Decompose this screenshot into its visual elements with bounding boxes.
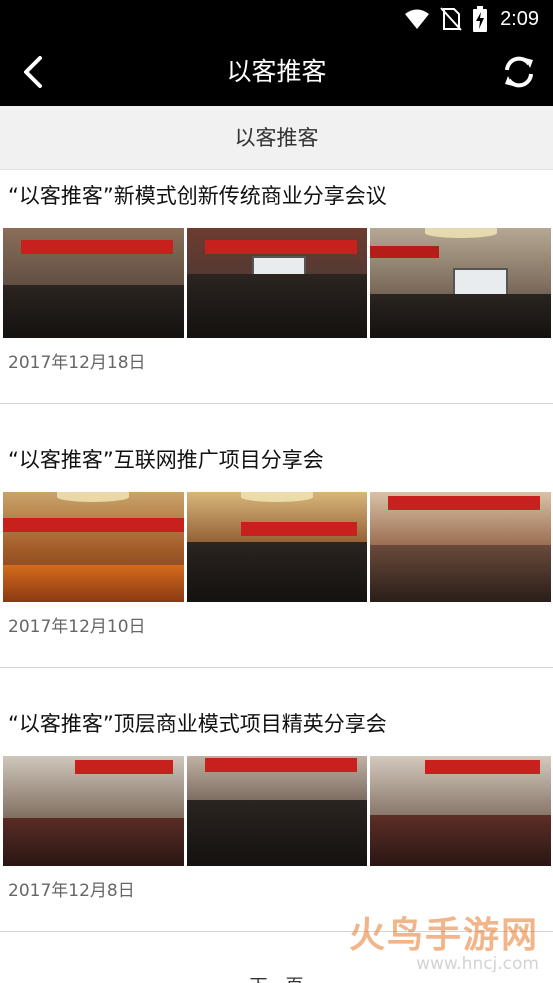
page-title: 以客推客 — [226, 57, 327, 86]
wifi-icon — [405, 9, 430, 29]
article-photos[interactable] — [3, 492, 552, 602]
article-photo[interactable] — [3, 492, 184, 602]
article-photos[interactable] — [3, 756, 552, 866]
photo-banner — [370, 246, 439, 258]
article-photo[interactable] — [186, 756, 368, 866]
article-photo[interactable] — [186, 492, 368, 602]
article-title[interactable]: “以客推客”顶层商业模式项目精英分享会 — [8, 708, 387, 738]
photo-banner — [3, 518, 184, 532]
photo-light — [57, 492, 130, 502]
status-time: 2:09 — [500, 7, 539, 30]
article-title[interactable]: “以客推客”互联网推广项目分享会 — [8, 444, 324, 474]
photo-crowd — [186, 274, 368, 338]
photo-crowd — [3, 817, 184, 866]
photo-crowd — [370, 544, 552, 602]
article-title[interactable]: “以客推客”新模式创新传统商业分享会议 — [8, 180, 387, 210]
photo-crowd — [370, 815, 552, 866]
photo-banner — [21, 240, 173, 254]
article-photo[interactable] — [3, 228, 184, 338]
photo-crowd — [3, 564, 184, 602]
article-photo[interactable] — [370, 756, 552, 866]
photo-light — [424, 228, 497, 238]
photo-banner — [75, 760, 173, 774]
status-bar: 2:09 — [0, 0, 553, 38]
article-photo[interactable] — [3, 756, 184, 866]
photo-banner — [204, 758, 357, 772]
article-date: 2017年12月10日 — [8, 617, 146, 637]
app-header: 以客推客 — [0, 38, 553, 106]
refresh-button[interactable] — [499, 52, 539, 92]
photo-crowd — [3, 285, 184, 338]
article-photos[interactable] — [3, 228, 552, 338]
photo-banner — [204, 240, 357, 254]
photo-crowd — [186, 800, 368, 866]
article-date: 2017年12月8日 — [8, 881, 135, 901]
article-date: 2017年12月18日 — [8, 353, 146, 373]
photo-banner — [388, 496, 541, 510]
article-photo[interactable] — [370, 228, 552, 338]
section-label: 以客推客 — [0, 106, 553, 170]
watermark: 火鸟手游网 www.hncj.com — [349, 906, 539, 974]
photo-light — [240, 492, 314, 502]
watermark-url: www.hncj.com — [416, 954, 539, 974]
no-sim-icon — [440, 7, 462, 31]
watermark-logo: 火鸟手游网 — [348, 915, 539, 956]
battery-charging-icon — [473, 6, 488, 32]
divider — [0, 667, 553, 668]
photo-crowd — [370, 294, 552, 338]
photo-crowd — [186, 541, 368, 602]
next-page-button[interactable]: 下一页 — [0, 972, 553, 983]
photo-banner — [240, 522, 357, 536]
divider — [0, 403, 553, 404]
divider — [0, 931, 553, 932]
article-photo[interactable] — [370, 492, 552, 602]
status-icons: 2:09 — [404, 6, 539, 32]
article-photo[interactable] — [186, 228, 368, 338]
refresh-icon — [505, 56, 533, 88]
photo-banner — [424, 760, 541, 774]
